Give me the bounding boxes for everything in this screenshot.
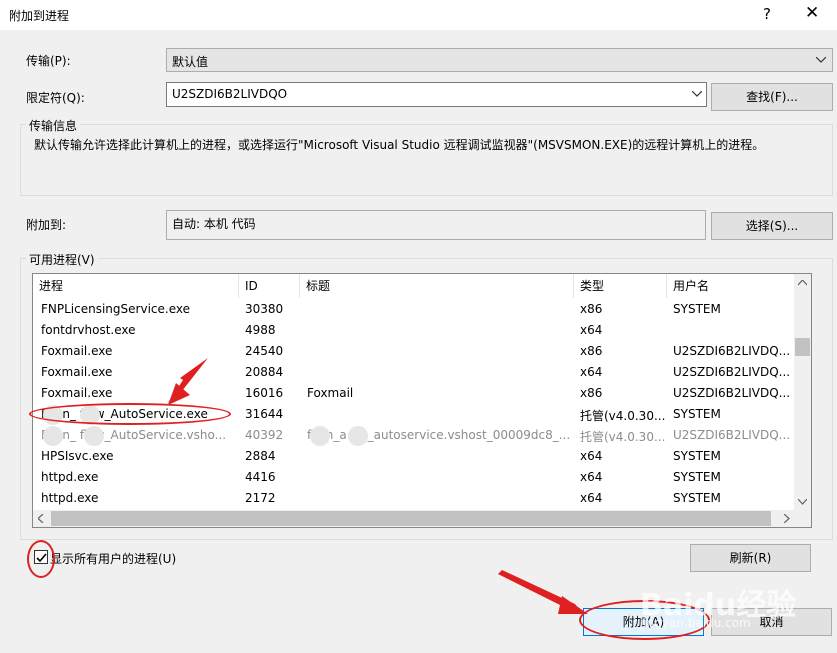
- watermark-url: jingyan.baidu.com: [640, 616, 751, 630]
- annotation-arrows: [168, 358, 588, 614]
- arrow-head: [558, 596, 588, 614]
- arrow-head: [168, 383, 190, 405]
